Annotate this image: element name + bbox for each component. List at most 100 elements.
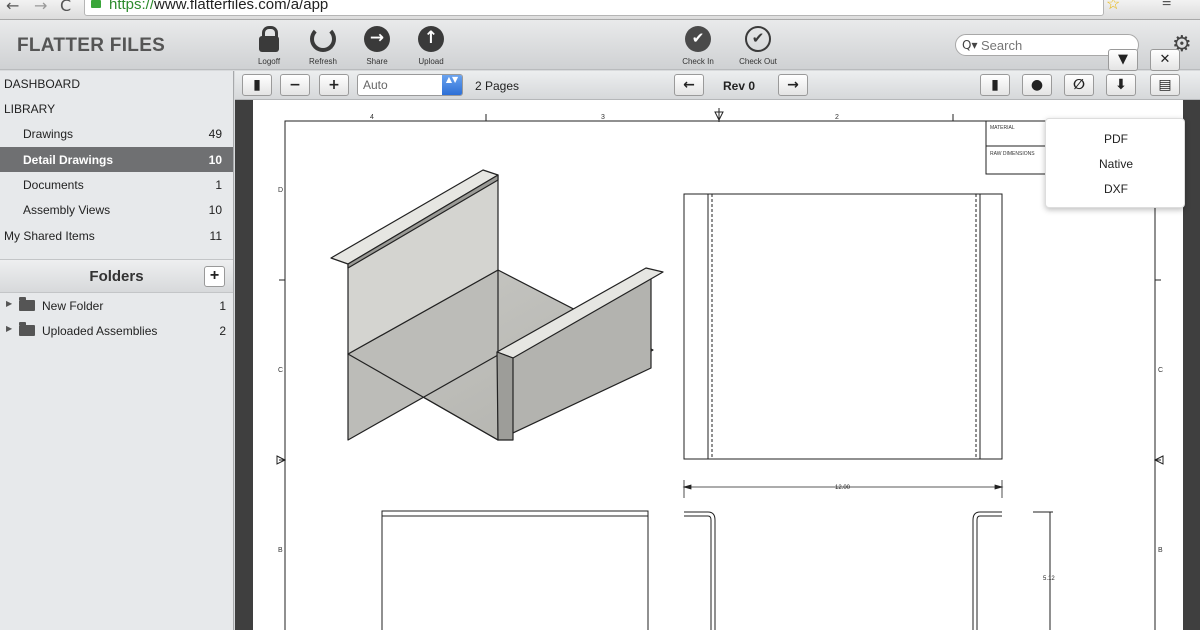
- sidebar-item-count: 10: [208, 203, 222, 217]
- sidebar-item-shared[interactable]: My Shared Items 11: [0, 223, 233, 248]
- sidebar-item-dashboard[interactable]: DASHBOARD: [0, 71, 233, 96]
- address-bar[interactable]: https://www.flatterfiles.com/a/app: [84, 0, 1104, 16]
- download-menu: PDF Native DXF: [1045, 118, 1185, 208]
- technical-drawing: 4 3 2 D C B C B MATERIAL RAW DIMENSIONS: [276, 108, 1164, 630]
- search-icon[interactable]: Q▾: [962, 38, 977, 52]
- check-outline-icon: [745, 26, 771, 52]
- attachment-icon[interactable]: ∅: [1064, 74, 1094, 96]
- folder-icon: [19, 297, 35, 311]
- bookmark-star-icon[interactable]: ☆: [1106, 0, 1120, 14]
- zone-row-label: B: [278, 547, 283, 554]
- zone-row-label: B: [1158, 547, 1163, 554]
- sidebar-item-assembly-views[interactable]: Assembly Views 10: [0, 197, 233, 222]
- zone-col-label: 4: [370, 114, 374, 121]
- viewer-toolbar: ▮ − + Auto ▲▼ 2 Pages ← Rev 0 → ▮ ● ∅ ⬇ …: [235, 71, 1200, 100]
- folder-item[interactable]: ▶ Uploaded Assemblies 2: [0, 318, 233, 343]
- brand-logo: FLATTER FILES: [17, 35, 166, 56]
- share-arrow-icon: [364, 26, 390, 52]
- app-header: FLATTER FILES Logoff Refresh Share Uploa…: [0, 20, 1200, 70]
- next-revision-button[interactable]: →: [778, 74, 808, 96]
- download-button[interactable]: ⬇: [1106, 74, 1136, 96]
- upload-label: Upload: [418, 57, 444, 66]
- sidebar-item-label: Documents: [23, 178, 84, 192]
- dimension-label: 5.12: [1043, 576, 1055, 582]
- document-icon[interactable]: ▮: [980, 74, 1010, 96]
- dimension-label: 12.00: [835, 485, 851, 491]
- toggle-panel-button[interactable]: ▮: [242, 74, 272, 96]
- bottom-view: [381, 510, 649, 630]
- folder-count: 2: [219, 324, 226, 338]
- sidebar-item-count: 11: [209, 229, 222, 243]
- check-out-label: Check Out: [739, 57, 777, 66]
- folders-title: Folders: [89, 268, 144, 285]
- url-scheme: https://: [109, 0, 155, 13]
- print-icon[interactable]: ▤: [1150, 74, 1180, 96]
- folder-label: New Folder: [42, 299, 104, 313]
- browser-menu-icon[interactable]: ≡: [1162, 0, 1171, 12]
- prev-revision-button[interactable]: ←: [674, 74, 704, 96]
- add-folder-button[interactable]: +: [204, 266, 225, 287]
- sidebar-item-documents[interactable]: Documents 1: [0, 172, 233, 197]
- menu-item-native[interactable]: Native: [1046, 157, 1186, 171]
- lightbulb-icon[interactable]: ●: [1022, 74, 1052, 96]
- select-arrows-icon: ▲▼: [442, 75, 462, 95]
- sidebar-item-drawings[interactable]: Drawings 49: [0, 121, 233, 146]
- check-out-button[interactable]: Check Out: [733, 26, 783, 66]
- sidebar-item-count: 10: [208, 153, 222, 167]
- sidebar-item-detail-drawings[interactable]: Detail Drawings 10: [0, 147, 233, 172]
- zone-row-label: C: [1158, 367, 1163, 374]
- refresh-button[interactable]: Refresh: [298, 26, 348, 66]
- drawing-sheet: 4 3 2 D C B C B MATERIAL RAW DIMENSIONS: [253, 100, 1183, 630]
- zone-col-label: 2: [835, 114, 839, 121]
- zone-row-label: C: [278, 367, 283, 374]
- app-window: ← → C https://www.flatterfiles.com/a/app…: [0, 0, 1200, 630]
- menu-item-dxf[interactable]: DXF: [1046, 182, 1186, 196]
- url-text: https://www.flatterfiles.com/a/app: [109, 0, 328, 13]
- sidebar: DASHBOARD LIBRARY Drawings 49 Detail Dra…: [0, 71, 234, 630]
- close-icon[interactable]: ✕: [1150, 49, 1180, 71]
- sidebar-item-label: LIBRARY: [4, 102, 56, 116]
- check-in-button[interactable]: Check In: [673, 26, 723, 66]
- menu-item-pdf[interactable]: PDF: [1046, 132, 1186, 146]
- sidebar-item-library[interactable]: LIBRARY: [0, 96, 233, 121]
- browser-chrome: ← → C https://www.flatterfiles.com/a/app…: [0, 0, 1200, 20]
- zone-col-label: 3: [601, 114, 605, 121]
- dropdown-toggle-button[interactable]: ▼: [1108, 49, 1138, 71]
- zoom-in-button[interactable]: +: [319, 74, 349, 96]
- folder-item[interactable]: ▶ New Folder 1: [0, 293, 233, 318]
- reload-icon[interactable]: C: [60, 0, 71, 15]
- share-label: Share: [366, 57, 388, 66]
- sidebar-item-count: 49: [208, 127, 222, 141]
- ssl-lock-icon: [91, 0, 101, 8]
- logoff-label: Logoff: [257, 57, 281, 66]
- title-block-label: MATERIAL: [990, 125, 1015, 131]
- zone-row-label: D: [278, 187, 283, 194]
- zoom-out-button[interactable]: −: [280, 74, 310, 96]
- sidebar-item-label: Assembly Views: [23, 203, 111, 217]
- zoom-value: Auto: [363, 78, 388, 92]
- folders-header: Folders +: [0, 259, 233, 293]
- sidebar-item-count: 1: [215, 178, 222, 192]
- folder-count: 1: [219, 299, 226, 313]
- revision-label: Rev 0: [723, 79, 756, 93]
- sidebar-item-label: DASHBOARD: [4, 77, 81, 91]
- refresh-icon: [310, 26, 336, 52]
- refresh-label: Refresh: [308, 57, 337, 66]
- zoom-select[interactable]: Auto ▲▼: [357, 74, 463, 96]
- share-button[interactable]: Share: [352, 26, 402, 66]
- expand-arrow-icon[interactable]: ▶: [6, 299, 12, 308]
- front-view: [683, 193, 1003, 460]
- lock-icon: [259, 26, 279, 52]
- page-count: 2 Pages: [475, 79, 520, 93]
- upload-button[interactable]: Upload: [406, 26, 456, 66]
- sidebar-item-label: Detail Drawings: [23, 153, 114, 167]
- expand-arrow-icon[interactable]: ▶: [6, 324, 12, 333]
- check-in-label: Check In: [682, 57, 714, 66]
- logoff-button[interactable]: Logoff: [244, 26, 294, 66]
- title-block-label: RAW DIMENSIONS: [990, 151, 1035, 157]
- forward-icon[interactable]: →: [34, 0, 47, 15]
- side-profile-view: [684, 511, 1053, 630]
- upload-arrow-icon: [418, 26, 444, 52]
- check-circle-icon: [685, 26, 711, 52]
- back-icon[interactable]: ←: [6, 0, 19, 15]
